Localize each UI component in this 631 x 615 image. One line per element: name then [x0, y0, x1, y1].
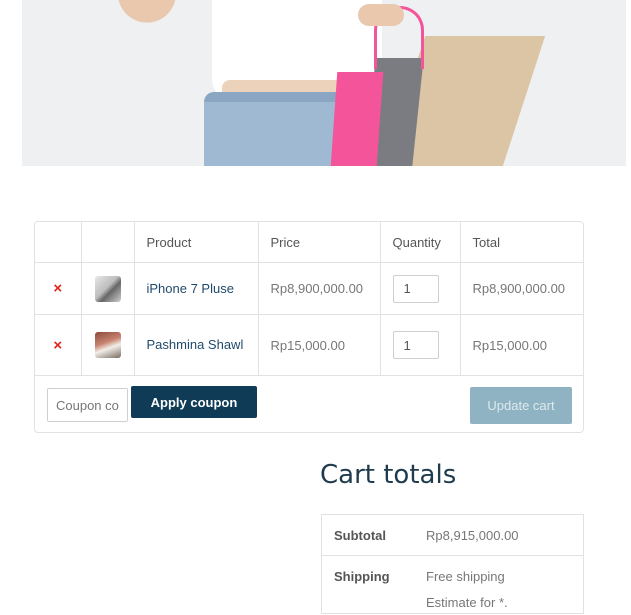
remove-item-icon[interactable]: × — [47, 337, 69, 354]
item-total: Rp15,000.00 — [472, 337, 547, 353]
cart-table: Product Price Quantity Total × iPhone 7 … — [35, 222, 583, 376]
shawl-thumbnail-icon[interactable] — [94, 332, 121, 358]
shipping-label: Shipping — [334, 569, 390, 584]
hero-pink-bag — [330, 72, 384, 166]
item-price: Rp15,000.00 — [270, 337, 345, 353]
table-row: × iPhone 7 Pluse Rp8,900,000.00 Rp8,900,… — [35, 262, 583, 315]
header-thumbnail — [81, 222, 135, 263]
apply-coupon-button[interactable]: Apply coupon — [131, 386, 257, 418]
table-row: × Pashmina Shawl Rp15,000.00 Rp15,000.00 — [35, 314, 583, 376]
quantity-input[interactable] — [392, 274, 439, 303]
item-price: Rp8,900,000.00 — [270, 281, 364, 296]
cart-actions: Apply coupon Update cart — [35, 376, 583, 432]
shipping-estimate-note: Estimate for *. — [426, 595, 508, 610]
remove-item-icon[interactable]: × — [47, 280, 69, 297]
cart-header-row: Product Price Quantity Total — [35, 222, 583, 263]
cart-table-container: Product Price Quantity Total × iPhone 7 … — [34, 221, 584, 433]
header-total: Total — [460, 222, 583, 263]
hero-banner-image — [22, 0, 626, 166]
subtotal-value: Rp8,915,000.00 — [426, 528, 519, 543]
header-price: Price — [258, 222, 381, 263]
header-quantity: Quantity — [380, 222, 461, 263]
product-link[interactable]: iPhone 7 Pluse — [147, 279, 246, 299]
coupon-code-input[interactable] — [47, 388, 128, 422]
iphone-thumbnail-icon[interactable] — [94, 275, 121, 302]
shipping-method: Free shipping — [426, 569, 505, 584]
item-total: Rp8,900,000.00 — [472, 281, 566, 296]
subtotal-row: Subtotal Rp8,915,000.00 — [322, 515, 583, 556]
cart-totals-title: Cart totals — [320, 460, 457, 490]
update-cart-button[interactable]: Update cart — [470, 387, 572, 424]
hero-hand — [358, 4, 404, 26]
subtotal-label: Subtotal — [334, 528, 386, 543]
header-product: Product — [134, 222, 259, 263]
shipping-row: Shipping Free shipping Estimate for *. — [322, 555, 583, 615]
header-remove — [35, 222, 82, 263]
cart-totals-table: Subtotal Rp8,915,000.00 Shipping Free sh… — [321, 514, 584, 614]
product-link[interactable]: Pashmina Shawl — [147, 335, 246, 355]
quantity-input[interactable] — [392, 331, 439, 359]
hero-arm — [118, 0, 184, 31]
